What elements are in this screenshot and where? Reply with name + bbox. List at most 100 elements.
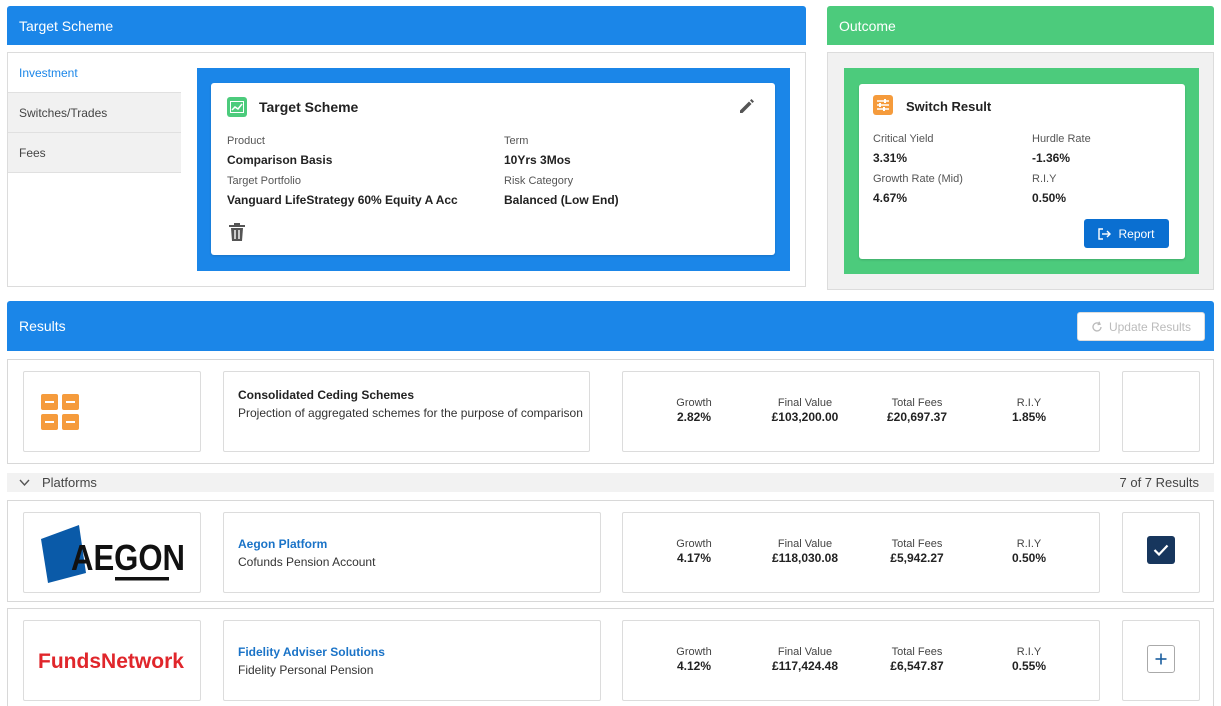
target-scheme-card: Target Scheme Product Comparison Basis T… [211,83,775,255]
total-fees-value: £5,942.27 [890,551,944,565]
final-value-label: Final Value [777,397,833,409]
hurdle-rate-value: -1.36% [1032,151,1071,165]
update-results-label: Update Results [1108,319,1192,334]
final-value-value: £118,030.08 [771,551,839,565]
ceding-growth: Growth 2.82% [644,397,744,424]
final-value-value: £117,424.48 [771,659,839,673]
aegon-product: Cofunds Pension Account [238,555,376,569]
growth-value: 2.82% [676,410,712,424]
svg-text:FundsNetwork: FundsNetwork [38,650,184,673]
fundsnetwork-logo: FundsNetwork [38,649,188,673]
final-value-label: Final Value [777,538,833,550]
chevron-down-icon[interactable] [18,476,31,489]
target-scheme-card-title: Target Scheme [259,99,359,115]
term-label: Term [504,135,529,147]
riy-label: R.I.Y [1016,538,1042,550]
risk-category-value: Balanced (Low End) [504,193,619,207]
fidelity-growth: Growth 4.12% [644,646,744,673]
refresh-icon [1092,321,1102,332]
switch-result-card: Switch Result Critical Yield 3.31% Hurdl… [859,84,1185,259]
target-portfolio-value: Vanguard LifeStrategy 60% Equity A Acc [227,193,458,207]
ceding-scheme-name: Consolidated Ceding Schemes [238,388,415,402]
term-value: 10Yrs 3Mos [504,153,571,167]
fidelity-info-box: Fidelity Adviser Solutions Fidelity Pers… [223,620,601,701]
fidelity-action-box [1122,620,1200,701]
critical-yield-value: 3.31% [873,151,908,165]
riy-label: R.I.Y [1016,646,1042,658]
aegon-stats-box: Growth 4.17% Final Value £118,030.08 Total… [622,512,1100,593]
results-header: Results [7,301,1214,351]
ceding-logo-box [23,371,201,452]
ceding-info-box: Consolidated Ceding Schemes Projection o… [223,371,590,452]
ceding-scheme-description: Projection of aggregated schemes for the… [238,406,583,420]
fidelity-product: Fidelity Personal Pension [238,663,374,677]
riy-label: R.I.Y [1016,397,1042,409]
sliders-icon [873,95,893,115]
growth-value: 4.12% [676,659,712,673]
fidelity-logo-box: FundsNetwork [23,620,201,701]
fidelity-stats-box: Growth 4.12% Final Value £117,424.48 Total… [622,620,1100,701]
hurdle-rate-label: Hurdle Rate [1032,133,1091,145]
aegon-final-value: Final Value £118,030.08 [755,538,855,565]
critical-yield-label: Critical Yield [873,133,934,145]
tab-fees[interactable]: Fees [8,133,181,173]
risk-category-label: Risk Category [504,175,574,187]
final-value-value: £103,200.00 [771,410,839,424]
aegon-growth: Growth 4.17% [644,538,744,565]
total-fees-label: Total Fees [891,397,943,409]
riy-value: 0.55% [1011,659,1047,673]
platforms-group-bar[interactable]: Platforms 7 of 7 Results [7,473,1214,492]
results-header-title: Results [19,318,66,334]
aegon-info-box: Aegon Platform Cofunds Pension Account [223,512,601,593]
target-scheme-header-title: Target Scheme [19,17,114,34]
chart-icon [227,97,247,117]
aegon-riy: R.I.Y 0.50% [979,538,1079,565]
switch-result-title: Switch Result [906,99,992,114]
growth-rate-label: Growth Rate (Mid) [873,173,963,185]
export-icon [1098,227,1112,240]
fidelity-add-toggle[interactable] [1147,645,1175,673]
platforms-count: 7 of 7 Results [1119,475,1200,490]
total-fees-value: £20,697.37 [886,410,948,424]
trash-icon[interactable] [228,222,248,244]
riy-value: 1.85% [1011,410,1047,424]
svg-text:AEGON: AEGON [71,537,185,578]
growth-rate-value: 4.67% [873,191,908,205]
report-button-label: Report [1118,226,1155,241]
outcome-header-title: Outcome [839,17,896,34]
outcome-header: Outcome [827,6,1214,45]
riy-value: 0.50% [1011,551,1047,565]
check-icon [1153,544,1169,556]
aegon-logo: AEGON [39,523,189,585]
ceding-total-fees: Total Fees £20,697.37 [867,397,967,424]
pencil-icon[interactable] [737,96,757,116]
aegon-total-fees: Total Fees £5,942.27 [867,538,967,565]
platforms-group-label: Platforms [42,475,97,490]
ceding-action-box [1122,371,1200,452]
aegon-platform-link[interactable]: Aegon Platform [238,537,327,551]
ceding-final-value: Final Value £103,200.00 [755,397,855,424]
target-scheme-header: Target Scheme [7,6,806,45]
report-button[interactable]: Report [1084,219,1169,248]
tab-switches-trades[interactable]: Switches/Trades [8,93,181,133]
total-fees-label: Total Fees [891,538,943,550]
ceding-stats-box: Growth 2.82% Final Value £103,200.00 Total… [622,371,1100,452]
aegon-selected-toggle[interactable] [1147,536,1175,564]
plus-icon [1155,653,1167,665]
target-portfolio-label: Target Portfolio [227,175,301,187]
growth-label: Growth [676,538,712,550]
growth-value: 4.17% [676,551,712,565]
aegon-logo-box: AEGON [23,512,201,593]
grid-icon [41,394,79,430]
fidelity-riy: R.I.Y 0.55% [979,646,1079,673]
fidelity-platform-link[interactable]: Fidelity Adviser Solutions [238,645,385,659]
update-results-button[interactable]: Update Results [1077,312,1205,341]
ceding-riy: R.I.Y 1.85% [979,397,1079,424]
growth-label: Growth [676,646,712,658]
total-fees-value: £6,547.87 [890,659,944,673]
tab-investment[interactable]: Investment [8,53,181,93]
product-label: Product [227,135,265,147]
total-fees-label: Total Fees [891,646,943,658]
aegon-action-box [1122,512,1200,593]
riy-label: R.I.Y [1032,173,1057,185]
